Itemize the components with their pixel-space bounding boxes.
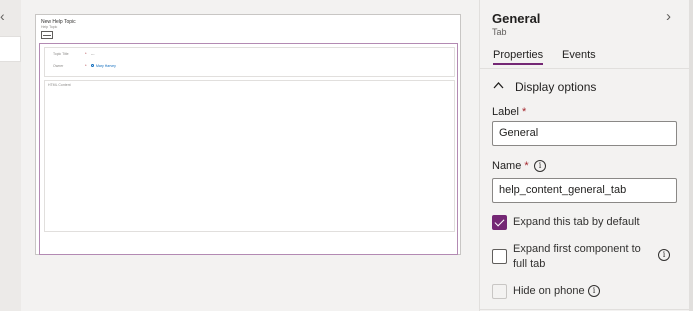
expand-first-component-checkbox[interactable] [492, 249, 507, 264]
panel-title: General [492, 11, 541, 26]
left-panel-strip: ‹ [0, 0, 21, 311]
field-value-owner[interactable]: Mary Harvey [96, 64, 116, 68]
tab-properties[interactable]: Properties [493, 49, 543, 61]
field-label-topic-title: Topic Title [53, 52, 69, 56]
label-field-label: Label * [492, 106, 526, 118]
chevron-left-icon[interactable]: ‹ [0, 9, 10, 23]
required-marker: * [524, 160, 529, 172]
divider [480, 68, 693, 69]
left-panel-card[interactable] [0, 36, 21, 62]
expand-tab-label: Expand this tab by default [513, 216, 640, 228]
form-subtitle: Help Topic [41, 25, 58, 29]
required-marker: * [521, 106, 527, 118]
chevron-up-icon[interactable] [493, 80, 504, 92]
chevron-right-icon[interactable]: › [666, 9, 671, 24]
required-marker: * [85, 63, 87, 68]
html-content-label: HTML Content [48, 83, 71, 87]
field-label-owner: Owner [53, 64, 64, 68]
general-tab-preview[interactable]: Topic Title * --- Owner * Mary Harvey HT… [39, 43, 458, 255]
hide-on-phone-checkbox[interactable] [492, 284, 507, 299]
panel-subtitle: Tab [492, 27, 507, 37]
section-display-options[interactable]: Display options [515, 80, 596, 94]
form-header-icon [41, 31, 53, 39]
label-text: Label [492, 106, 519, 118]
person-icon [91, 64, 94, 67]
hide-on-phone-label: Hide on phone [513, 285, 585, 297]
info-icon[interactable]: i [588, 285, 600, 297]
form-section-fields[interactable]: Topic Title * --- Owner * Mary Harvey [44, 47, 455, 77]
properties-panel: General Tab › Properties Events Display … [479, 0, 693, 311]
label-input[interactable]: General [492, 121, 677, 146]
divider [480, 309, 693, 310]
name-input[interactable]: help_content_general_tab [492, 178, 677, 203]
scrollbar[interactable] [689, 0, 693, 311]
form-section-html-content[interactable]: HTML Content [44, 80, 455, 232]
required-marker: * [85, 51, 87, 56]
name-field-label: Name * [492, 160, 529, 172]
info-icon[interactable]: i [658, 249, 670, 261]
tab-events[interactable]: Events [562, 49, 596, 61]
tab-active-indicator [493, 63, 543, 65]
expand-first-component-label-line2: full tab [513, 258, 546, 270]
form-preview[interactable]: New Help Topic Help Topic Topic Title * … [35, 14, 461, 255]
expand-tab-checkbox[interactable] [492, 215, 507, 230]
expand-first-component-label-line1: Expand first component to [513, 243, 641, 255]
info-icon[interactable]: i [534, 160, 546, 172]
field-value-topic-title[interactable]: --- [91, 52, 95, 56]
name-text: Name [492, 160, 522, 172]
